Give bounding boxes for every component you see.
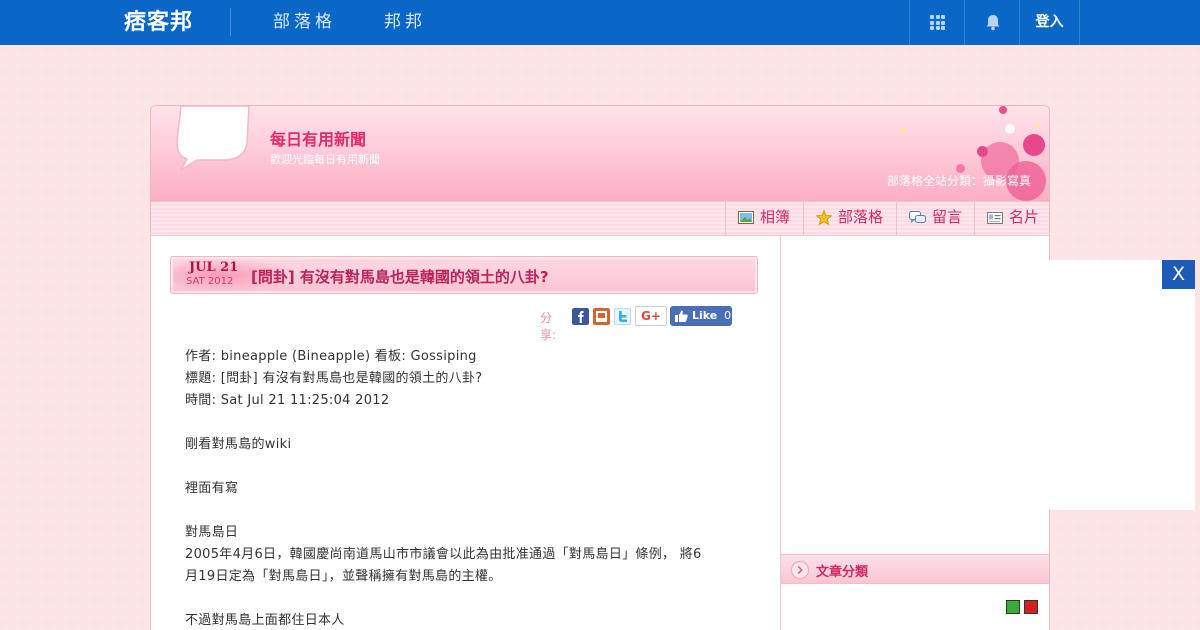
decor-sparkle — [1036, 124, 1040, 128]
star-icon — [815, 209, 833, 226]
blog-header: 每日有用新聞 歡迎光臨每日有用新聞 部落格全站分類：攝影寫真 — [151, 106, 1049, 201]
tab-card-label: 名片 — [1009, 208, 1040, 226]
body-line — [185, 588, 725, 610]
top-navbar: 痞客邦 部落格 邦邦 登入 — [0, 0, 1200, 45]
tab-guestbook[interactable]: 留言 — [896, 202, 974, 235]
plurk-share-icon[interactable] — [593, 308, 610, 325]
body-line: 時間: Sat Jul 21 11:25:04 2012 — [185, 393, 390, 408]
tab-blog[interactable]: 部落格 — [803, 202, 896, 235]
like-count: 0 — [724, 309, 732, 322]
login-area: 登入 — [1019, 0, 1080, 45]
facebook-like-button[interactable]: Like 0 — [670, 306, 732, 326]
tab-album-label: 相簿 — [760, 208, 791, 226]
blog-tab-bar: 相簿 部落格 留言 名片 — [151, 201, 1049, 236]
body-line: 作者: bineapple (Bineapple) 看板: Gossiping — [185, 349, 477, 364]
album-icon — [738, 211, 754, 224]
decor-sparkle — [1005, 124, 1015, 134]
decor-circle — [1023, 134, 1045, 156]
card-icon — [987, 211, 1003, 224]
main-column: JUL 21 SAT 2012 [問卦] 有沒有對馬島也是韓國的領土的八卦? 分… — [151, 236, 781, 630]
post-date-month: JUL 21 — [189, 260, 239, 275]
tab-album[interactable]: 相簿 — [725, 202, 803, 235]
nav-divider — [230, 8, 231, 36]
tab-guestbook-label: 留言 — [932, 208, 963, 226]
decor-circle — [999, 106, 1007, 114]
body-line: 標題: [問卦] 有沒有對馬島也是韓國的領土的八卦? — [185, 371, 483, 386]
sidebar-category-label: 文章分類 — [816, 565, 869, 580]
bell-icon — [986, 15, 1000, 31]
tab-card[interactable]: 名片 — [974, 202, 1049, 235]
expand-icon[interactable] — [1006, 600, 1020, 614]
body-line: 裡面有寫 — [185, 481, 239, 496]
body-line — [185, 500, 725, 522]
google-plus-button[interactable]: G+ — [635, 306, 667, 326]
collapse-icon[interactable] — [1024, 600, 1038, 614]
apps-grid-icon — [930, 15, 945, 30]
body-line: 剛看對馬島的wiki — [185, 437, 292, 452]
body-line — [185, 412, 725, 434]
thumbs-up-icon — [675, 310, 688, 322]
blog-title[interactable]: 每日有用新聞 — [270, 126, 366, 150]
message-icon — [909, 210, 926, 223]
ad-overlay — [895, 260, 1195, 510]
arrow-right-icon — [791, 561, 809, 579]
like-label: Like — [692, 309, 718, 322]
login-button[interactable]: 登入 — [1020, 0, 1079, 45]
speech-bubble-icon — [176, 106, 250, 172]
ad-close-button[interactable]: X — [1162, 260, 1195, 289]
site-logo[interactable]: 痞客邦 — [124, 8, 193, 38]
decor-sparkle — [901, 128, 905, 132]
decor-circle — [977, 146, 988, 157]
post-date-day: SAT 2012 — [186, 276, 234, 287]
body-line: 對馬島日 — [185, 525, 239, 540]
blog-category[interactable]: 部落格全站分類：攝影寫真 — [887, 172, 1031, 189]
apps-button[interactable] — [909, 0, 964, 45]
share-label: 分享: — [540, 311, 557, 342]
body-line — [185, 456, 725, 478]
post-header: JUL 21 SAT 2012 [問卦] 有沒有對馬島也是韓國的領土的八卦? — [170, 256, 758, 294]
body-line: 2005年4月6日，韓國慶尚南道馬山市市議會以此為由批准通過「對馬島日」條例， … — [185, 547, 702, 562]
notification-button[interactable] — [964, 0, 1019, 45]
tab-blog-label: 部落格 — [838, 208, 884, 226]
body-line: 月19日定為「對馬島日」，並聲稱擁有對馬島的主權。 — [185, 569, 502, 584]
facebook-share-icon[interactable] — [572, 308, 589, 325]
nav-link-bangbang[interactable]: 邦邦 — [384, 0, 426, 45]
post-body: 作者: bineapple (Bineapple) 看板: Gossiping … — [185, 346, 725, 630]
blog-description: 歡迎光臨每日有用新聞 — [270, 153, 380, 166]
sidebar-category-header: 文章分類 — [781, 554, 1049, 584]
post-title[interactable]: [問卦] 有沒有對馬島也是韓國的領土的八卦? — [251, 266, 549, 287]
body-line: 不過對馬島上面都住日本人 — [185, 613, 345, 628]
nav-link-blog[interactable]: 部落格 — [273, 0, 336, 45]
twitter-share-icon[interactable] — [614, 308, 631, 325]
